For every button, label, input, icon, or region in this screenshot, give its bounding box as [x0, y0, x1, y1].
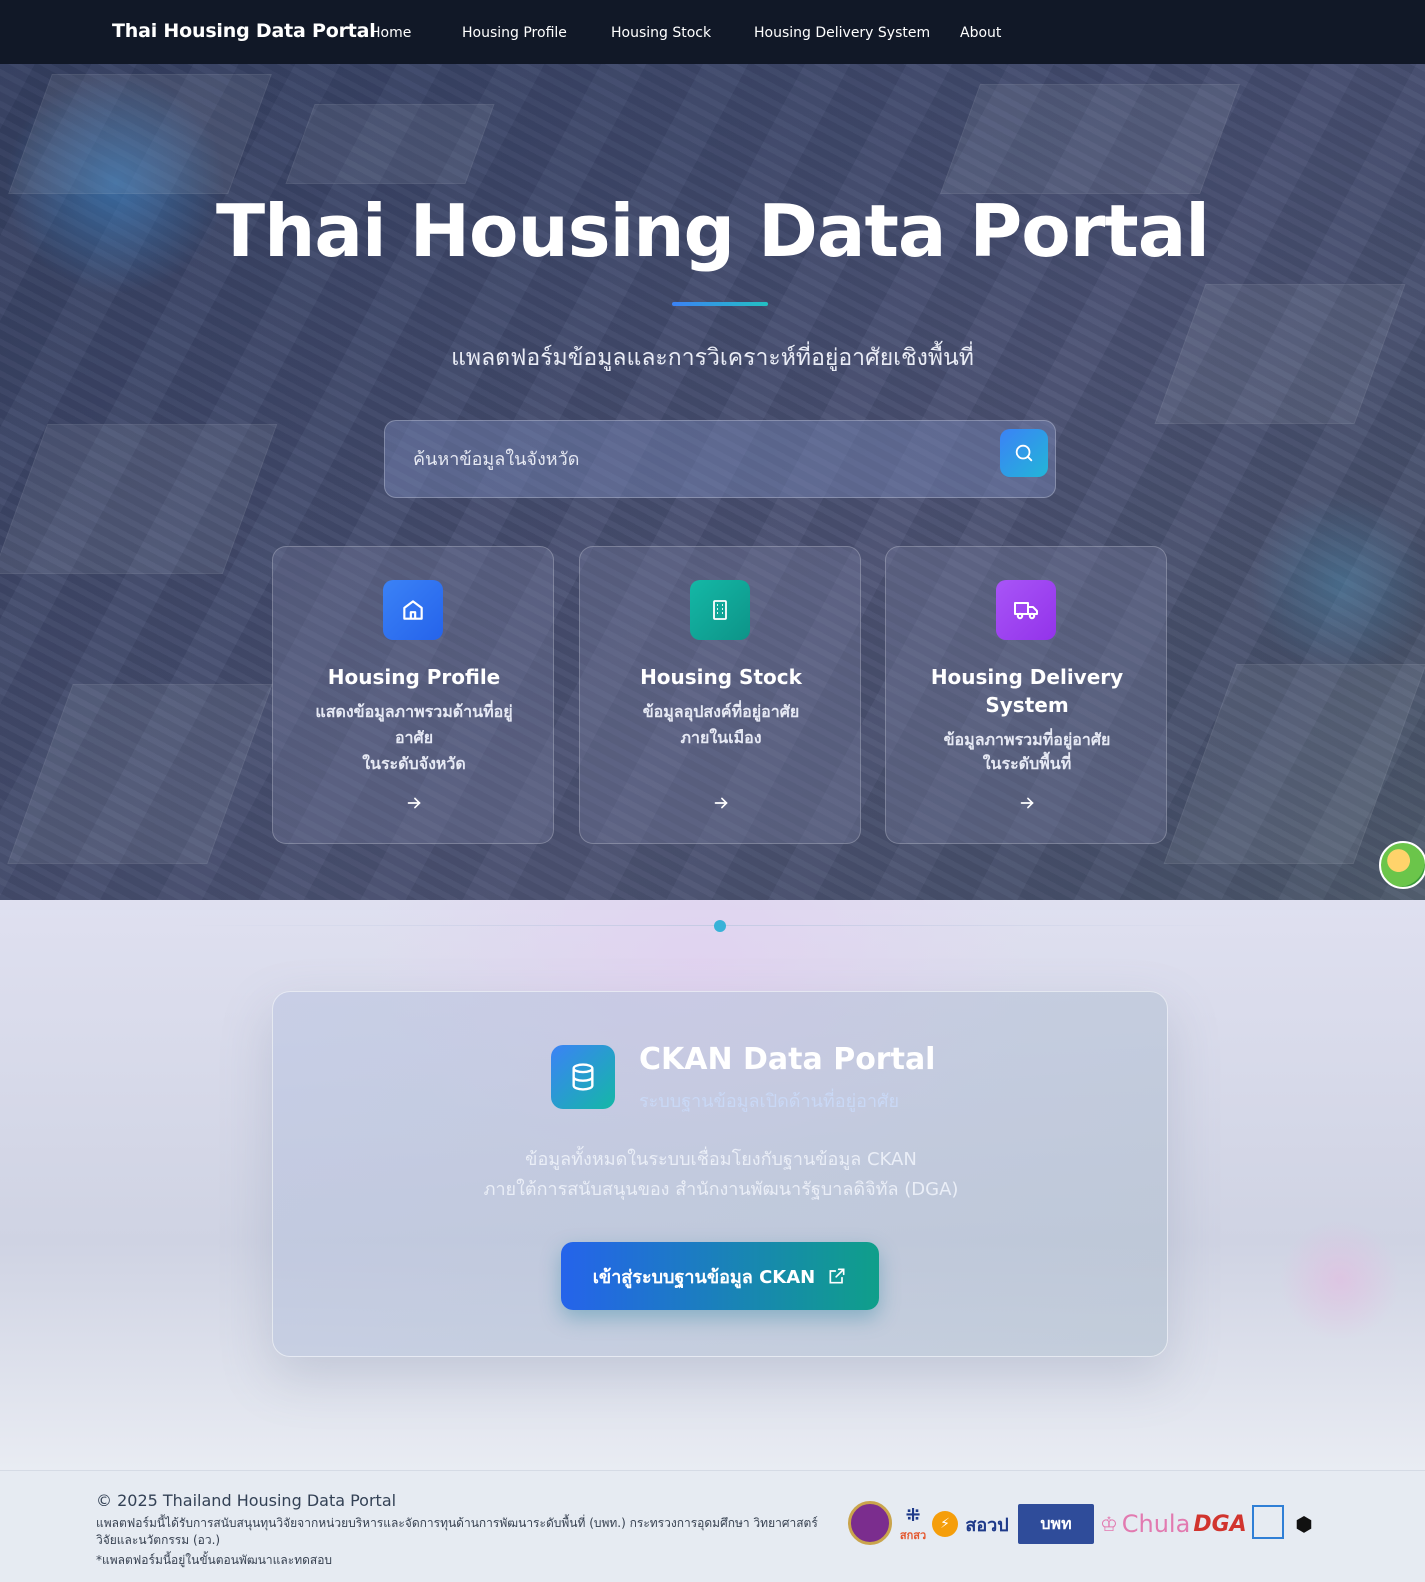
enter-ckan-button[interactable]: เข้าสู่ระบบฐานข้อมูล CKAN: [561, 1242, 879, 1310]
background-rooftop: [939, 84, 1241, 194]
background-rooftop: [0, 424, 278, 574]
card-desc-line: ข้อมูลอุปสงค์ที่อยู่อาศัย: [642, 702, 800, 721]
housing-delivery-system-card[interactable]: Housing Delivery System ข้อมูลภาพรวมที่อ…: [885, 546, 1167, 844]
card-desc-line: อาศัย: [394, 728, 434, 747]
ckan-subtitle: ระบบฐานข้อมูลเปิดด้านที่อยู่อาศัย: [639, 1091, 900, 1112]
card-desc-line: แสดงข้อมูลภาพรวมด้านที่อยู่: [315, 702, 513, 721]
brand-logo-text[interactable]: Thai Housing Data Portal: [112, 20, 376, 42]
external-link-icon: [829, 1268, 845, 1284]
ckan-section: CKAN Data Portal ระบบฐานข้อมูลเปิดด้านที…: [0, 900, 1425, 1470]
sksw-logo: ⁜ สกสว: [899, 1504, 927, 1542]
database-icon: [551, 1045, 615, 1109]
chula-logo: Chula: [1121, 1510, 1191, 1538]
search-icon: [1015, 444, 1033, 462]
divider-dot: [714, 920, 726, 932]
bpt-logo: บพท: [1018, 1504, 1094, 1544]
search-button[interactable]: [1000, 429, 1048, 477]
nav-link-housing-delivery-system[interactable]: Housing Delivery System: [754, 25, 930, 41]
nav-link-home[interactable]: Home: [370, 25, 411, 41]
home-icon: [383, 580, 443, 640]
section-divider: [180, 925, 1245, 926]
card-title: Housing Stock: [640, 665, 802, 689]
footer-funding-note: แพลตฟอร์มนี้ได้รับการสนับสนุนทุนวิจัยจาก…: [96, 1516, 818, 1547]
footer: © 2025 Thailand Housing Data Portal แพลต…: [0, 1470, 1425, 1582]
lightning-logo-icon: ⚡: [932, 1511, 958, 1537]
card-desc-line: ข้อมูลภาพรวมที่อยู่อาศัย: [943, 730, 1111, 749]
card-title-line: Housing Delivery: [930, 665, 1124, 689]
background-rooftop: [7, 684, 273, 864]
hero-accent-bar: [672, 302, 768, 306]
housing-stock-card[interactable]: Housing Stock ข้อมูลอุปสงค์ที่อยู่อาศัย …: [579, 546, 861, 844]
province-search-input[interactable]: [413, 443, 973, 475]
background-rooftop: [1163, 664, 1425, 864]
ckan-title: CKAN Data Portal: [639, 1042, 936, 1077]
province-search-box: [384, 420, 1056, 498]
truck-icon: [996, 580, 1056, 640]
card-title-line: System: [985, 693, 1069, 717]
card-desc-line: ในระดับพื้นที่: [982, 754, 1072, 773]
chula-emblem-icon: ♔: [1100, 1512, 1118, 1536]
nav-link-housing-stock[interactable]: Housing Stock: [611, 25, 711, 41]
sorpor-logo: สอวป: [965, 1514, 1009, 1536]
partner-logos: ⁜ สกสว ⚡ สอวป บพท ♔ Chula DGA ⬢: [848, 1499, 1328, 1553]
ckan-description-line: ภายใต้การสนับสนุนของ สำนักงานพัฒนารัฐบาล…: [483, 1179, 959, 1200]
arrow-right-icon: [714, 797, 728, 809]
enter-ckan-button-label: เข้าสู่ระบบฐานข้อมูล CKAN: [592, 1266, 816, 1288]
nav-link-about[interactable]: About: [960, 25, 1001, 41]
dga-logo: DGA: [1193, 1511, 1247, 1537]
ckan-card: CKAN Data Portal ระบบฐานข้อมูลเปิดด้านที…: [272, 991, 1168, 1357]
arrow-right-icon: [1020, 797, 1034, 809]
hero-title: Thai Housing Data Portal: [216, 189, 1210, 273]
top-navbar: Thai Housing Data Portal Home Housing Pr…: [0, 0, 1425, 64]
card-desc-line: ภายในเมือง: [680, 728, 762, 747]
hero-subtitle: แพลตฟอร์มข้อมูลและการวิเคราะห์ที่อยู่อาศ…: [451, 345, 974, 371]
floating-assistant-badge-icon[interactable]: [1379, 841, 1425, 889]
ckan-description-line: ข้อมูลทั้งหมดในระบบเชื่อมโยงกับฐานข้อมูล…: [525, 1149, 917, 1170]
hero-section: Thai Housing Data Portal แพลตฟอร์มข้อมูล…: [0, 64, 1425, 900]
footer-copyright: © 2025 Thailand Housing Data Portal: [96, 1491, 397, 1510]
background-rooftop: [8, 74, 272, 194]
sksw-logo-text: สกสว: [899, 1528, 927, 1542]
building-icon: [690, 580, 750, 640]
housing-profile-card[interactable]: Housing Profile แสดงข้อมูลภาพรวมด้านที่อ…: [272, 546, 554, 844]
background-rooftop: [285, 104, 495, 184]
cube-logo-icon: ⬢: [1295, 1512, 1313, 1536]
nav-link-housing-profile[interactable]: Housing Profile: [462, 25, 567, 41]
card-desc-line: ในระดับจังหวัด: [362, 754, 466, 773]
arrow-right-icon: [407, 797, 421, 809]
framework-logo-icon: [1252, 1505, 1284, 1539]
ministry-seal-logo: [848, 1501, 892, 1545]
footer-beta-note: *แพลตฟอร์มนี้อยู่ในขั้นตอนพัฒนาและทดสอบ: [96, 1553, 333, 1567]
card-title: Housing Profile: [327, 665, 501, 689]
